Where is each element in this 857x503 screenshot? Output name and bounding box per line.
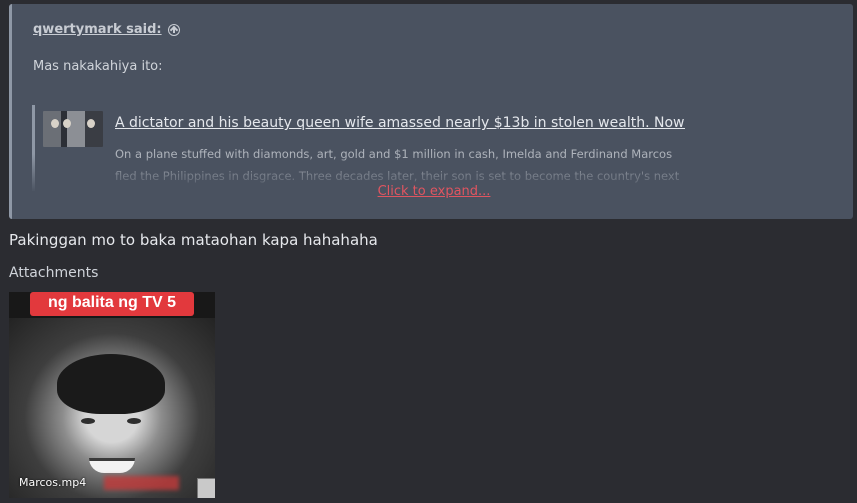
quote-text: Mas nakakahiya ito: bbox=[33, 59, 163, 74]
reply-text: Pakinggan mo to baka mataohan kapa hahah… bbox=[9, 231, 378, 249]
video-lower-third bbox=[104, 476, 179, 490]
quote-author-link[interactable]: qwertymark said: bbox=[33, 22, 162, 37]
quote-block: qwertymark said: Mas nakakahiya ito: A d… bbox=[9, 4, 853, 219]
click-to-expand-link[interactable]: Click to expand... bbox=[12, 184, 856, 199]
attachments-heading: Attachments bbox=[9, 265, 99, 281]
embed-thumbnail[interactable] bbox=[43, 111, 103, 147]
tv-logo-icon bbox=[197, 478, 215, 498]
attachment-filename[interactable]: Marcos.mp4 bbox=[19, 476, 86, 489]
attachment-video-thumbnail[interactable]: ng balita ng TV 5 Marcos.mp4 bbox=[9, 292, 215, 498]
video-frame bbox=[9, 318, 215, 498]
quote-attribution[interactable]: qwertymark said: bbox=[33, 22, 180, 37]
video-banner: ng balita ng TV 5 bbox=[30, 292, 194, 316]
arrow-up-circle-icon[interactable] bbox=[167, 23, 180, 36]
embed-title-link[interactable]: A dictator and his beauty queen wife ama… bbox=[115, 115, 685, 131]
